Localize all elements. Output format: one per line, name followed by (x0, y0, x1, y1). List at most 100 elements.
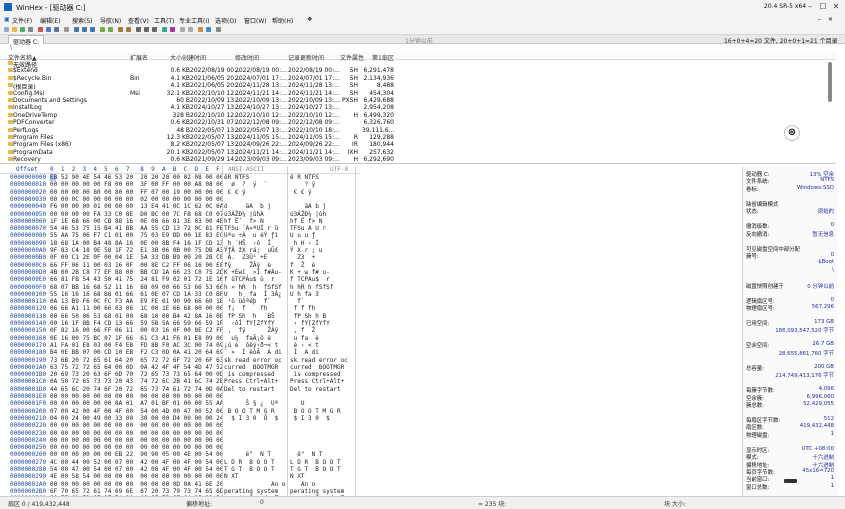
hex-row[interactable]: 00000000F0 68 07 BB 16 68 52 11 16 68 09 … (0, 284, 360, 291)
replace-icon[interactable] (90, 27, 95, 32)
hex-row[interactable]: 0000000110 0A 13 B9 F6 0C FC F3 AA E9 FE … (0, 298, 360, 305)
hex-row[interactable]: 0000000020 00 00 00 00 80 00 80 00 FF 07 … (0, 189, 360, 196)
menu-tools[interactable]: 工具(T) (154, 16, 174, 25)
hex-row[interactable]: 0000000030 00 00 0C 00 00 00 00 00 02 00 … (0, 196, 360, 203)
file-row[interactable]: (根目录) 4.1 KB 2021/06/05 20:... 2024/11/28 1… (0, 82, 836, 91)
hex-row[interactable]: 00000002A0 00 00 00 00 00 00 00 00 00 00 … (0, 481, 360, 488)
hex-row[interactable]: 0000000230 00 00 00 00 00 00 00 00 00 00 … (0, 430, 360, 437)
bookmark-icon[interactable] (198, 27, 203, 32)
hex-row[interactable]: 0000000090 18 68 1A 00 B4 48 8A 16 0E 00 … (0, 240, 360, 247)
hex-row[interactable]: 0000000080 55 AA 75 06 F7 C1 01 00 75 03 … (0, 232, 360, 239)
tab-drive-c[interactable]: 驱动器 C: (8, 35, 45, 46)
mdi-close-icon[interactable]: ✕ (828, 16, 833, 23)
hex-row[interactable]: 00000001C0 0A 50 72 65 73 73 20 43 74 72 … (0, 378, 360, 385)
menu-search[interactable]: 搜索(S) (72, 16, 93, 25)
hex-row[interactable]: 0000000250 00 00 00 00 00 00 00 00 00 00 … (0, 444, 360, 451)
hex-row[interactable]: 0000000010 00 00 00 00 00 F8 00 00 3F 00 … (0, 181, 360, 188)
goto-sector-icon[interactable] (108, 27, 113, 32)
menu-help[interactable]: 帮助(H) (272, 16, 293, 25)
hex-row[interactable]: 00000000D0 4B 00 2B C8 77 EF B8 00 BB CD … (0, 269, 360, 276)
hex-row[interactable]: 0000000200 07 00 42 00 4F 00 4F 00 54 00 … (0, 408, 360, 415)
file-row[interactable]: $Extend 0.6 KB 2022/08/19 00:... 2022/08/19… (0, 67, 836, 74)
ram-icon[interactable] (144, 27, 149, 32)
maximize-icon[interactable]: ☐ (816, 1, 830, 12)
forward-icon[interactable] (126, 27, 131, 32)
file-list-scrollbar[interactable] (828, 62, 832, 102)
close-icon[interactable]: ✕ (829, 1, 843, 12)
file-row[interactable]: 无效路径 (0, 60, 836, 69)
options-icon[interactable] (180, 27, 185, 32)
file-row[interactable]: Program Files 12.3 KB 2022/05/07 13:... 202… (0, 134, 836, 141)
menu-edit[interactable]: 编辑(E) (40, 16, 60, 25)
hex-row[interactable]: 0000000160 0E 16 00 75 BC 07 1F 66 61 C3 … (0, 335, 360, 342)
template-icon[interactable] (170, 27, 175, 32)
hex-row[interactable]: 0000000040 F6 00 00 00 01 00 00 00 13 E4 … (0, 203, 360, 210)
mdi-minimize-icon[interactable]: – (818, 16, 821, 23)
file-row[interactable]: Recovery 0.6 KB 2021/09/29 14:... 2023/09/0… (0, 156, 836, 163)
file-row[interactable]: ProgramData 20.1 KB 2022/05/07 13:... 2024/… (0, 149, 836, 156)
calculator-icon[interactable] (152, 27, 157, 32)
hex-row[interactable]: 00000001D0 44 65 6C 20 74 6F 20 72 65 73 … (0, 386, 360, 393)
menu-file[interactable]: 文件(F) (12, 16, 32, 25)
hex-row[interactable]: 0000000210 04 00 24 00 49 00 33 00 30 00 … (0, 415, 360, 422)
sync-icon[interactable] (206, 27, 211, 32)
hex-editor[interactable]: 0000000000 EB 52 90 4E 54 46 53 20 20 20 … (0, 174, 360, 496)
hex-row[interactable]: 0000000150 0F 82 16 00 66 FF 06 11 00 03 … (0, 327, 360, 334)
hex-row[interactable]: 0000000060 1F 1E 68 66 00 CB 88 16 0E 00 … (0, 218, 360, 225)
print-icon[interactable] (28, 27, 33, 32)
file-row[interactable]: Config.Msi Msi 32.1 KB 2022/10/10 12:... 202… (0, 90, 836, 97)
new-icon[interactable] (4, 27, 9, 32)
file-row[interactable]: Program Files (x86) 8.2 KB 2022/05/07 13:.… (0, 141, 836, 148)
menu-pro-tools[interactable]: 专业工具(I) (179, 16, 209, 25)
file-row[interactable]: Documents and Settings 60 B 2022/10/09 13:… (0, 97, 836, 104)
help-icon[interactable] (188, 27, 193, 32)
open-icon[interactable] (12, 27, 17, 32)
save-icon[interactable] (20, 27, 25, 32)
file-row[interactable]: PerfLogs 48 B 2022/05/07 13:... 2022/05/07 … (0, 127, 836, 134)
extra-tool-icon[interactable] (216, 27, 221, 32)
minimize-icon[interactable]: – (803, 1, 817, 12)
hex-row[interactable]: 00000000E0 66 81 FB 54 43 50 41 75 24 81 … (0, 276, 360, 283)
menu-window[interactable]: 窗口(W) (244, 16, 267, 25)
hex-row[interactable]: 0000000240 00 00 00 00 00 00 00 00 00 00 … (0, 437, 360, 444)
hex-row[interactable]: 0000000260 00 00 00 00 00 00 EB 22 90 90 … (0, 451, 360, 458)
hex-row[interactable]: 0000000190 73 6B 20 72 65 61 64 20 65 72 … (0, 357, 360, 364)
hex-row[interactable]: 00000000B0 0F 00 C1 2E 0F 00 04 1E 5A 33 … (0, 254, 360, 261)
menu-options[interactable]: 选项(O) (215, 16, 236, 25)
doc-menu-icon[interactable]: ▣ (4, 16, 10, 23)
hex-row[interactable]: 0000000270 4C 00 44 00 52 00 07 00 42 00 … (0, 459, 360, 466)
file-row[interactable]: InstallLog 4.1 KB 2024/10/27 13:... 2024/10… (0, 104, 836, 111)
hex-row[interactable]: 00000001E0 00 00 00 00 00 00 00 00 00 00 … (0, 393, 360, 400)
hex-row[interactable]: 00000001A0 63 75 72 72 65 64 00 0D 0A 42 … (0, 364, 360, 371)
hex-row[interactable]: 0000000280 54 00 47 00 54 00 07 00 42 00 … (0, 466, 360, 473)
hex-row[interactable]: 00000002B0 6F 70 65 72 61 74 69 6E 67 20 … (0, 488, 360, 495)
goto-offset-icon[interactable] (100, 27, 105, 32)
hex-row[interactable]: 0000000130 00 66 50 06 53 68 01 00 68 10 … (0, 313, 360, 320)
menu-view[interactable]: 查看(V) (128, 16, 149, 25)
copy-icon[interactable] (46, 27, 51, 32)
hex-row[interactable]: 00000000A0 9F 83 C4 18 9E 58 1F 72 E1 3B … (0, 247, 360, 254)
hex-row[interactable]: 0000000220 00 00 00 00 00 00 00 00 00 00 … (0, 422, 360, 429)
hex-row[interactable]: 0000000100 55 16 16 16 68 B8 01 66 61 0E … (0, 291, 360, 298)
hex-row[interactable]: 0000000050 00 00 00 00 FA 33 C0 8E D0 BC … (0, 211, 360, 218)
cut-icon[interactable] (38, 27, 43, 32)
file-row[interactable]: OneDriveTemp 328 B 2022/10/10 12:... 2022/1… (0, 112, 836, 119)
undo-icon[interactable] (64, 27, 69, 32)
hex-row[interactable]: 0000000290 4E 00 58 54 00 00 00 00 00 00 … (0, 473, 360, 480)
hex-row[interactable]: 0000000120 06 66 A1 11 00 66 03 06 1C 00 … (0, 305, 360, 312)
paste-icon[interactable] (54, 27, 59, 32)
disk-icon[interactable] (136, 27, 141, 32)
hex-row[interactable]: 00000001F0 00 00 00 00 00 00 8A 01 A7 01 … (0, 400, 360, 407)
menu-navigate[interactable]: 导航(N) (100, 16, 121, 25)
pin-icon[interactable]: ❖ (307, 16, 312, 23)
ai-assistant-icon[interactable]: ⊛ (784, 125, 800, 141)
hex-row[interactable]: 00000000C0 66 FF 06 11 00 03 16 0F 00 8E … (0, 262, 360, 269)
find-icon[interactable] (74, 27, 79, 32)
back-icon[interactable] (118, 27, 123, 32)
hex-row[interactable]: 0000000070 54 46 53 75 15 B4 41 BB AA 55 … (0, 225, 360, 232)
hex-row[interactable]: 0000000180 B4 0E BB 07 00 CD 10 EB F2 C3 … (0, 349, 360, 356)
hash-icon[interactable] (162, 27, 167, 32)
find-hex-icon[interactable] (82, 27, 87, 32)
file-row[interactable]: PDFConverter 0.6 KB 2022/10/31 07:... 2022/… (0, 119, 836, 126)
file-row[interactable]: $Recycle.Bin Bin 4.1 KB 2021/06/05 20:... 20… (0, 75, 836, 82)
